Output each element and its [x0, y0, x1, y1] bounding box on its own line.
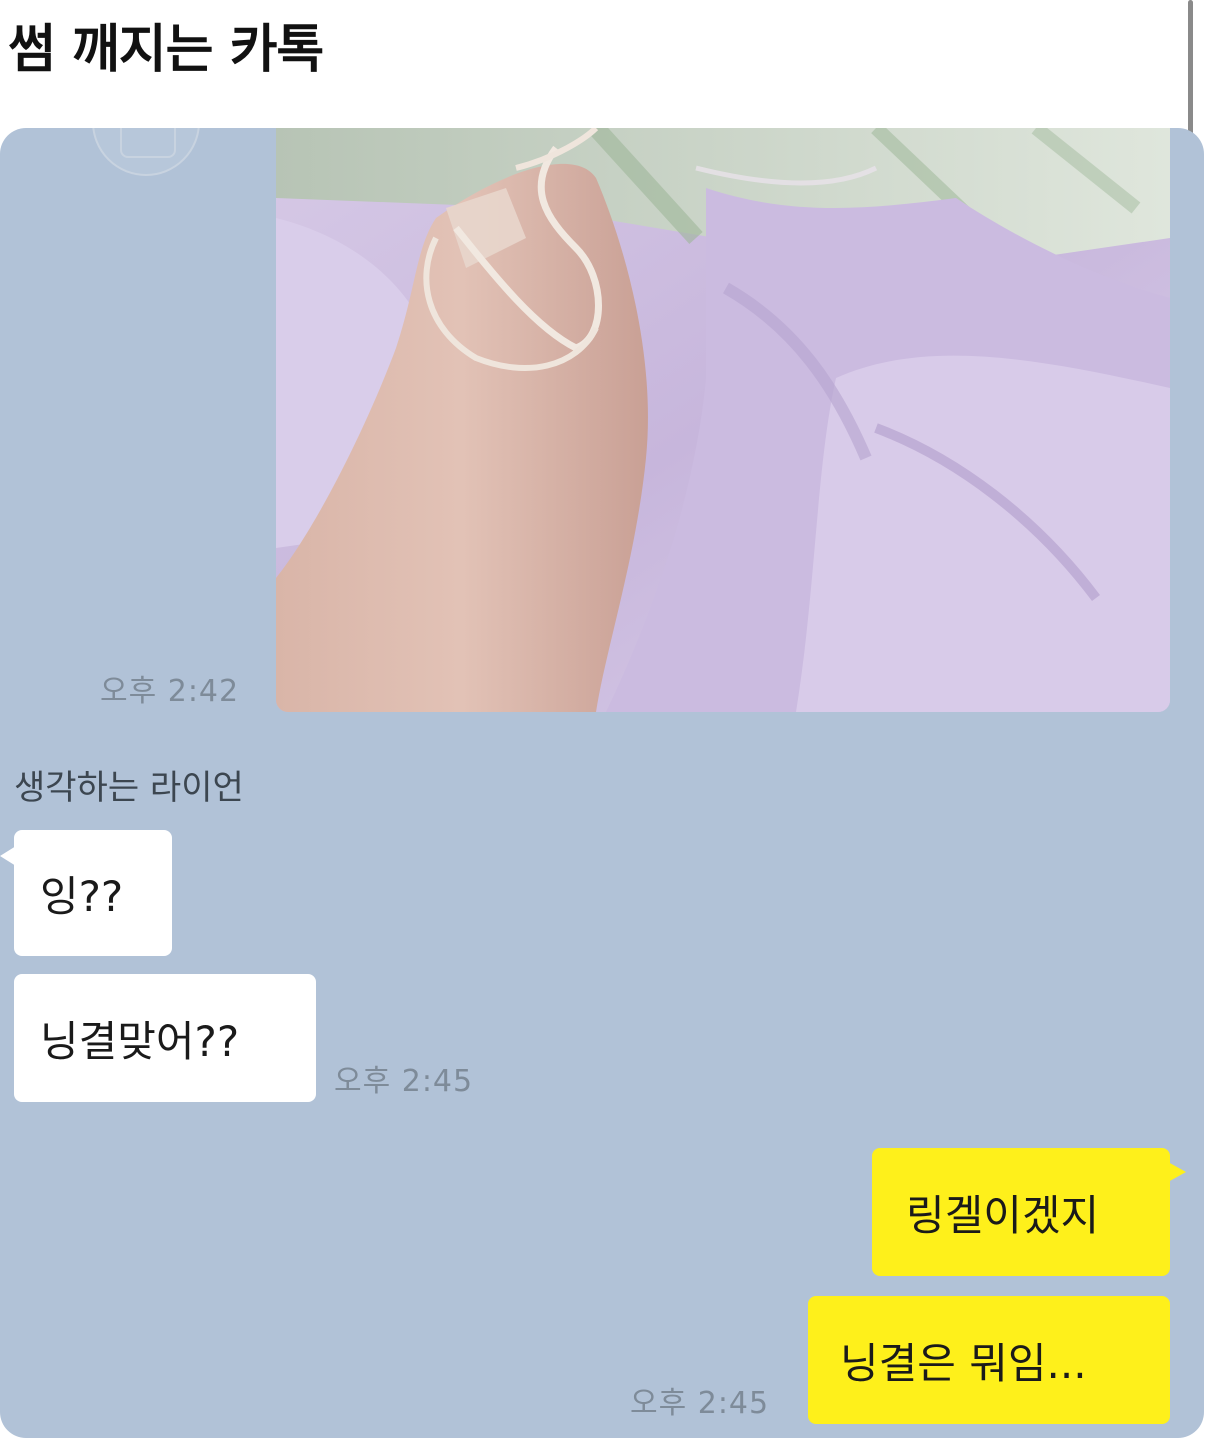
incoming-message-bubble[interactable]: 닝결맞어??: [14, 974, 316, 1102]
outgoing-message-bubble[interactable]: 닝결은 뭐임...: [808, 1296, 1170, 1424]
message-timestamp: 오후 2:45: [334, 1064, 474, 1099]
message-timestamp: 오후 2:42: [100, 674, 240, 709]
bubble-tail: [1168, 1162, 1186, 1182]
message-text: 잉??: [40, 871, 124, 921]
post-title: 썸 깨지는 카톡: [8, 20, 324, 80]
profile-avatar[interactable]: [92, 128, 200, 176]
message-text: 닝결은 뭐임...: [840, 1338, 1087, 1388]
chat-screenshot: 오후 2:42 생각하는 라이언 잉?? 닝결맞어?? 오후 2:45 링겔이겠…: [0, 128, 1204, 1438]
photo-message[interactable]: [276, 128, 1170, 712]
message-timestamp: 오후 2:45: [630, 1386, 770, 1421]
message-text: 링겔이겠지: [906, 1190, 1100, 1240]
bubble-tail: [0, 846, 16, 866]
avatar-placeholder-icon: [120, 128, 176, 158]
message-text: 닝결맞어??: [40, 1016, 240, 1066]
incoming-message-bubble[interactable]: 잉??: [0, 830, 172, 956]
sender-name: 생각하는 라이언: [14, 768, 244, 808]
iv-drip-arm-photo: [276, 128, 1170, 712]
outgoing-message-bubble[interactable]: 링겔이겠지: [872, 1148, 1186, 1276]
